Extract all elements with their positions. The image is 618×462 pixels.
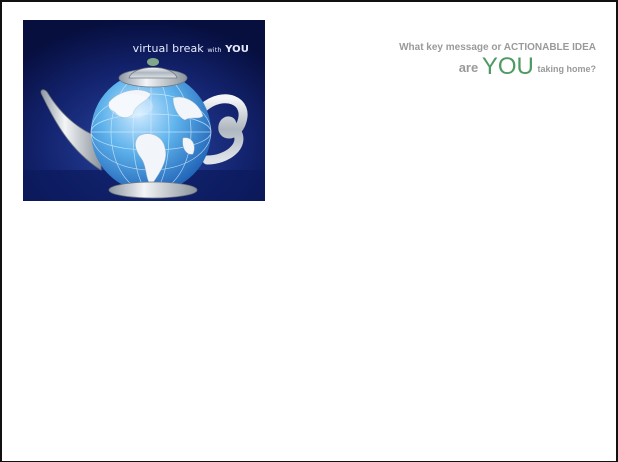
image-caption: virtual break with YOU (23, 42, 249, 55)
prompt-text: What key message or ACTIONABLE IDEA are … (399, 42, 596, 81)
caption-end: YOU (225, 44, 249, 55)
caption-main: virtual break (132, 42, 204, 55)
prompt-line2: are YOU taking home? (399, 55, 596, 81)
teapot-globe-image: virtual break with YOU (23, 20, 265, 201)
prompt-line2-end: taking home? (537, 64, 596, 74)
slide: virtual break with YOU What key message … (0, 0, 618, 462)
prompt-emphasis: YOU (481, 53, 534, 80)
caption-small: with (207, 46, 222, 54)
prompt-line2-start: are (458, 60, 479, 75)
